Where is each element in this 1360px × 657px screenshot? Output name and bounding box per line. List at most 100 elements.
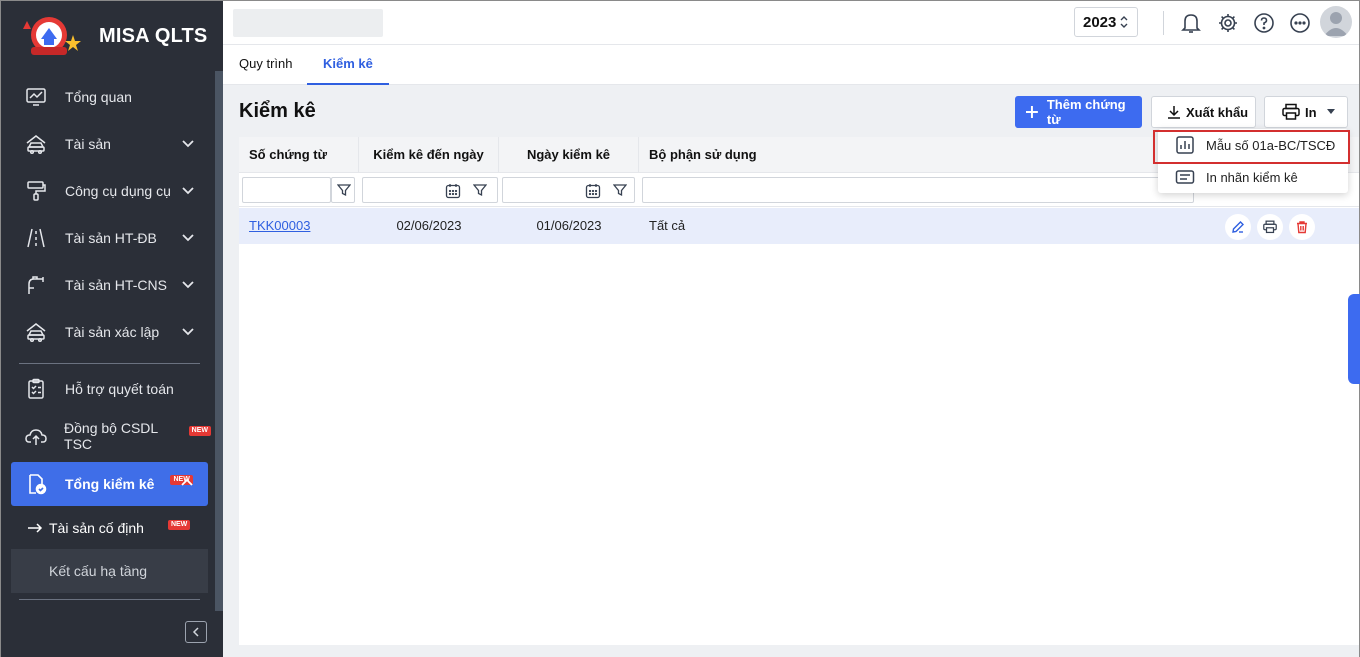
app-logo-icon bbox=[23, 17, 81, 55]
column-header-kiem-ke-den-ngay[interactable]: Kiểm kê đến ngày bbox=[359, 137, 499, 173]
filter-icon[interactable] bbox=[613, 183, 627, 197]
chevron-left-icon bbox=[192, 627, 199, 637]
table-row[interactable]: TKK00003 02/06/2023 01/06/2023 Tất cả bbox=[239, 208, 1359, 244]
sidebar-divider bbox=[19, 599, 200, 600]
side-panel-handle[interactable] bbox=[1348, 294, 1360, 384]
printer-icon bbox=[1282, 103, 1300, 120]
avatar[interactable] bbox=[1320, 6, 1352, 38]
add-document-button[interactable]: Thêm chứng từ bbox=[1015, 96, 1142, 128]
printer-icon bbox=[1263, 220, 1277, 234]
year-selector[interactable]: 2023 bbox=[1074, 7, 1138, 37]
delete-button[interactable] bbox=[1289, 214, 1315, 240]
car-house-icon bbox=[23, 131, 49, 157]
blurred-unit-name bbox=[233, 9, 383, 37]
sidebar-item-label: Tổng quan bbox=[65, 89, 132, 105]
sidebar-subitem-tai-san-co-dinh[interactable]: Tài sản cố định NEW bbox=[11, 506, 208, 550]
data-grid: Số chứng từ Kiểm kê đến ngày Ngày kiểm k… bbox=[239, 137, 1359, 645]
new-badge: NEW bbox=[167, 520, 191, 530]
sidebar-item-dong-bo-csdl[interactable]: Đồng bộ CSDL TSC NEW bbox=[11, 414, 211, 458]
trash-icon bbox=[1297, 221, 1307, 234]
cell-ngay-kiem-ke: 01/06/2023 bbox=[536, 218, 602, 233]
cell-so-chung-tu[interactable]: TKK00003 bbox=[249, 208, 310, 244]
export-button-label: Xuất khẩu bbox=[1186, 104, 1249, 120]
more-options-icon[interactable] bbox=[1288, 11, 1312, 35]
cloud-upload-icon bbox=[23, 423, 48, 449]
sidebar-item-cong-cu-dung-cu[interactable]: Công cụ dụng cụ bbox=[11, 169, 211, 213]
sidebar-item-tai-san-xac-lap[interactable]: Tài sản xác lập bbox=[11, 310, 211, 354]
chevron-down-icon bbox=[182, 234, 194, 242]
filter-input-ngay-kiem-ke[interactable] bbox=[502, 177, 635, 203]
highlight-frame bbox=[1153, 130, 1350, 164]
sidebar-item-label: Đồng bộ CSDL TSC bbox=[64, 420, 158, 452]
gear-icon[interactable] bbox=[1216, 11, 1240, 35]
sidebar-collapse-button[interactable] bbox=[185, 621, 207, 643]
chevron-down-icon bbox=[182, 140, 194, 148]
sidebar-item-label: Tài sản xác lập bbox=[65, 324, 160, 340]
monitor-chart-icon bbox=[23, 84, 49, 110]
menu-item-label: In nhãn kiểm kê bbox=[1206, 169, 1298, 185]
sidebar-subitem-label: Tài sản cố định bbox=[49, 520, 144, 536]
filter-button[interactable] bbox=[331, 177, 355, 203]
pencil-icon bbox=[1232, 221, 1244, 233]
sidebar-item-label: Hỗ trợ quyết toán bbox=[65, 381, 174, 397]
sidebar-item-label: Tài sản HT-CNS bbox=[65, 277, 167, 293]
sidebar-subitem-label: Kết cấu hạ tầng bbox=[49, 563, 148, 579]
label-icon bbox=[1174, 166, 1196, 188]
calendar-icon[interactable] bbox=[445, 183, 461, 199]
caret-down-icon bbox=[1326, 109, 1335, 114]
column-header-so-chung-tu[interactable]: Số chứng từ bbox=[239, 137, 359, 173]
plus-icon bbox=[1025, 106, 1038, 118]
document-link[interactable]: TKK00003 bbox=[249, 218, 310, 233]
help-icon[interactable] bbox=[1252, 11, 1276, 35]
sidebar-item-label: Tài sản bbox=[65, 136, 111, 152]
road-icon bbox=[23, 225, 49, 251]
cell-bo-phan: Tất cả bbox=[649, 218, 686, 233]
export-button[interactable]: Xuất khẩu bbox=[1151, 96, 1256, 128]
cell-kiem-ke-den-ngay: 02/06/2023 bbox=[396, 218, 462, 233]
filter-input-kiem-ke-den-ngay[interactable] bbox=[362, 177, 498, 203]
sidebar-subitem-ket-cau-ha-tang[interactable]: Kết cấu hạ tầng bbox=[11, 549, 208, 593]
year-value: 2023 bbox=[1083, 13, 1117, 31]
row-print-button[interactable] bbox=[1257, 214, 1283, 240]
brand: MISA QLTS bbox=[1, 1, 223, 71]
sidebar-item-tong-quan[interactable]: Tổng quan bbox=[11, 75, 211, 119]
filter-input-bo-phan[interactable] bbox=[642, 177, 1194, 203]
bell-icon[interactable] bbox=[1179, 11, 1203, 35]
sidebar: MISA QLTS Tổng quan Tài sản Công cụ dụng… bbox=[1, 1, 223, 657]
sidebar-item-label: Công cụ dụng cụ bbox=[65, 183, 171, 199]
sidebar-item-tong-kiem-ke[interactable]: Tổng kiểm kê NEW bbox=[11, 462, 208, 506]
document-check-icon bbox=[23, 471, 49, 497]
sidebar-item-tai-san-ht-cns[interactable]: Tài sản HT-CNS bbox=[11, 263, 211, 307]
edit-button[interactable] bbox=[1225, 214, 1251, 240]
print-button[interactable]: In bbox=[1264, 96, 1348, 128]
filter-icon[interactable] bbox=[473, 183, 487, 197]
add-button-label: Thêm chứng từ bbox=[1046, 97, 1126, 127]
car-house-icon bbox=[23, 319, 49, 345]
sidebar-item-ho-tro-quyet-toan[interactable]: Hỗ trợ quyết toán bbox=[11, 367, 211, 411]
calendar-icon[interactable] bbox=[585, 183, 601, 199]
sidebar-item-label: Tổng kiểm kê bbox=[65, 476, 155, 492]
column-header-bo-phan[interactable]: Bộ phận sử dụng bbox=[639, 137, 1199, 173]
tab-kiem-ke[interactable]: Kiểm kê bbox=[307, 45, 389, 85]
page-title: Kiểm kê bbox=[239, 100, 316, 122]
sidebar-divider bbox=[19, 363, 200, 364]
sidebar-scrollbar[interactable] bbox=[215, 71, 223, 611]
topbar-divider bbox=[1163, 11, 1164, 35]
column-header-ngay-kiem-ke[interactable]: Ngày kiểm kê bbox=[499, 137, 639, 173]
chevron-up-icon bbox=[181, 478, 193, 486]
top-bar: 2023 bbox=[223, 1, 1359, 45]
faucet-icon bbox=[23, 272, 49, 298]
print-button-label: In bbox=[1305, 104, 1317, 120]
spinner-arrows-icon[interactable] bbox=[1119, 15, 1129, 29]
download-icon bbox=[1168, 106, 1180, 119]
sidebar-item-tai-san-ht-db[interactable]: Tài sản HT-ĐB bbox=[11, 216, 211, 260]
sidebar-item-tai-san[interactable]: Tài sản bbox=[11, 122, 211, 166]
arrow-right-icon bbox=[28, 523, 43, 533]
chevron-down-icon bbox=[182, 328, 194, 336]
brand-name: MISA QLTS bbox=[99, 25, 208, 47]
menu-item-in-nhan-kiem-ke[interactable]: In nhãn kiểm kê bbox=[1158, 161, 1348, 193]
chevron-down-icon bbox=[182, 187, 194, 195]
filter-input-so-chung-tu[interactable] bbox=[242, 177, 331, 203]
new-badge: NEW bbox=[188, 426, 211, 436]
tab-quy-trinh[interactable]: Quy trình bbox=[239, 45, 292, 85]
